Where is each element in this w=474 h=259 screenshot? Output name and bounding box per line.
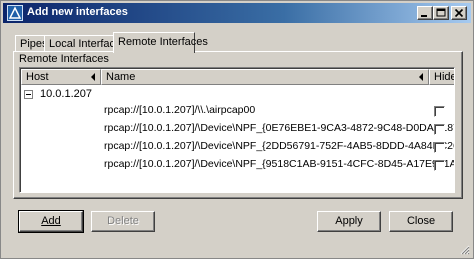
column-name-label: Name bbox=[106, 71, 136, 83]
hide-checkbox[interactable] bbox=[434, 142, 445, 153]
interface-name: rpcap://[10.0.1.207]/\Device\NPF_{2DD567… bbox=[104, 140, 455, 152]
apply-button-label: Apply bbox=[335, 215, 363, 227]
group-label: Remote Interfaces bbox=[19, 53, 109, 65]
resize-grip-icon[interactable] bbox=[459, 244, 470, 255]
column-hide-label: Hide bbox=[434, 71, 455, 83]
hide-checkbox[interactable] bbox=[434, 160, 445, 171]
interface-row[interactable]: rpcap://[10.0.1.207]/\Device\NPF_{9518C1… bbox=[20, 156, 454, 174]
add-button-label: Add bbox=[41, 215, 61, 227]
interface-name: rpcap://[10.0.1.207]/\Device\NPF_{9518C1… bbox=[104, 158, 455, 170]
close-window-button[interactable] bbox=[451, 6, 467, 20]
delete-button[interactable]: Delete bbox=[91, 211, 155, 232]
interface-row[interactable]: rpcap://[10.0.1.207]/\Device\NPF_{2DD567… bbox=[20, 138, 454, 156]
apply-button[interactable]: Apply bbox=[317, 211, 381, 232]
interfaces-list[interactable]: Host Name Hide 10.0.1.207 rpcap://[10.0.… bbox=[19, 67, 455, 193]
sort-arrow-icon bbox=[91, 73, 95, 81]
tab-pipes[interactable]: Pipes bbox=[15, 35, 48, 52]
tab-remote-interfaces[interactable]: Remote Interfaces bbox=[113, 32, 208, 53]
maximize-icon bbox=[436, 8, 446, 17]
tab-local-interfaces[interactable]: Local Interfaces bbox=[44, 35, 127, 52]
hide-checkbox[interactable] bbox=[434, 106, 445, 117]
close-icon bbox=[454, 8, 464, 18]
sort-arrow-icon bbox=[419, 73, 423, 81]
collapse-toggle[interactable] bbox=[24, 90, 33, 99]
interface-name: rpcap://[10.0.1.207]/\Device\NPF_{0E76EB… bbox=[104, 122, 455, 134]
window-title: Add new interfaces bbox=[27, 6, 128, 18]
minimize-icon bbox=[421, 15, 427, 17]
interface-row[interactable]: rpcap://[10.0.1.207]/\\.\airpcap00 bbox=[20, 102, 454, 120]
collapse-icon bbox=[26, 94, 31, 95]
add-button[interactable]: Add bbox=[18, 210, 84, 233]
column-host-label: Host bbox=[26, 71, 49, 83]
title-bar: Add new interfaces bbox=[3, 3, 471, 23]
column-header-name[interactable]: Name bbox=[101, 69, 429, 85]
close-button-label: Close bbox=[406, 215, 436, 227]
column-header-hide[interactable]: Hide bbox=[429, 69, 455, 85]
host-tree-item[interactable]: 10.0.1.207 bbox=[40, 88, 92, 100]
interface-row[interactable]: rpcap://[10.0.1.207]/\Device\NPF_{0E76EB… bbox=[20, 120, 454, 138]
hide-checkbox[interactable] bbox=[434, 124, 445, 135]
interface-name: rpcap://[10.0.1.207]/\\.\airpcap00 bbox=[104, 104, 256, 116]
maximize-button[interactable] bbox=[433, 6, 449, 20]
app-icon bbox=[7, 5, 23, 21]
close-button[interactable]: Close bbox=[389, 211, 453, 232]
minimize-button[interactable] bbox=[417, 6, 433, 20]
delete-button-label: Delete bbox=[107, 215, 139, 227]
column-header-host[interactable]: Host bbox=[21, 69, 101, 85]
add-interfaces-window: Add new interfaces Pipes Local Interface… bbox=[0, 0, 474, 259]
